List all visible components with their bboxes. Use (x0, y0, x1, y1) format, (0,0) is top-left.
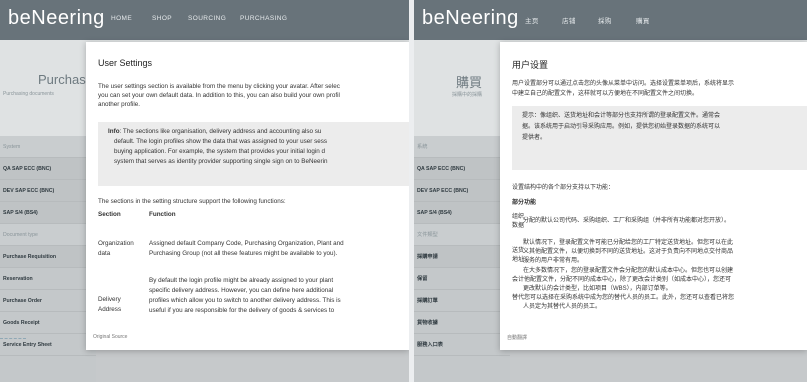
row-delivery-function-1: By default the login profile might be al… (149, 277, 334, 284)
info-label: Info (108, 128, 120, 135)
hero-title-zh: 購買 (456, 75, 483, 90)
row-substitute-function-1-zh: 替代您可以选择在采购系统中成为您的替代人员的员工。此外，您还可以查看已将您 (512, 295, 735, 301)
sidebar-item-dev-sap-ecc-zh[interactable]: DEV SAP ECC (BNC) (414, 180, 510, 202)
sidebar-item-service-entry-sheet-zh[interactable]: 服務入口表 (414, 334, 510, 356)
dialog-title: User Settings (98, 58, 153, 68)
app-panel-english: beNeering HOME SHOP SOURCING PURCHASING … (0, 0, 409, 382)
info-line-3-zh: 提供者。 (522, 135, 547, 141)
dialog-title-zh: 用户设置 (512, 60, 549, 70)
row-substitute-function-2-zh: 人员定为其替代人员的员工。 (523, 304, 602, 310)
nav-shop[interactable]: SHOP (152, 15, 172, 22)
info-line-3: buying application. For example, the sys… (114, 148, 326, 155)
sidebar-group-system-zh: 系統 (414, 136, 510, 158)
brand-logo-zh[interactable]: beNeering (422, 7, 519, 30)
intro-line-2: you can set your own default data. In ad… (98, 92, 340, 99)
info-line-4: system that serves as identity provider … (114, 158, 328, 165)
sidebar-item-purchase-requisition[interactable]: Purchase Requisition (0, 246, 96, 268)
sidebar-group-document-type-zh: 文件類型 (414, 224, 510, 246)
row-delivery-label-1: Delivery (98, 296, 121, 303)
row-delivery-function-2-zh: 义其他配置文件，以便切换到不同的送货地址。这对于负责向不同地点交付商品 (523, 249, 734, 255)
hero-title: Purchas (38, 72, 86, 87)
sections-intro-zh: 设置结构中的各个部分支持以下功能： (512, 185, 615, 191)
app-panel-chinese: beNeering 主页 店铺 採购 購買 購買 採購中的採購 系統 QA SA… (414, 0, 807, 382)
brand-logo[interactable]: beNeering (8, 7, 105, 30)
row-delivery-function-3: profiles which allow you to switch to an… (149, 297, 341, 304)
row-delivery-function-3-zh: 服务的用户非常有用。 (523, 258, 584, 264)
top-navigation-bar: beNeering HOME SHOP SOURCING PURCHASING (0, 0, 409, 40)
intro-line-3: another profile. (98, 101, 141, 108)
row-delivery-label-2: Address (98, 306, 122, 313)
nav-sourcing-zh[interactable]: 採购 (598, 15, 612, 25)
auto-translate-link[interactable]: 自動翻譯 (507, 334, 527, 341)
row-organization-function-1: Assigned default Company Code, Purchasin… (149, 240, 344, 247)
page: beNeering HOME SHOP SOURCING PURCHASING … (0, 0, 807, 382)
connector-dashes-left (0, 338, 26, 339)
info-line-2-zh: 据。该系统用于启动引导采购应用。例如，提供您初始登录数据的系统可以 (522, 124, 721, 130)
intro-line-2-zh: 中建立自己的配置文件，这样就可以方便地在不同配置文件之间切换。 (512, 91, 699, 97)
row-delivery-function-2: specific delivery address. However, you … (149, 287, 334, 294)
sections-intro: The sections in the setting structure su… (98, 198, 286, 205)
info-line-1: Info: The sections like organisation, de… (108, 127, 321, 136)
sidebar-item-sap-s4-zh[interactable]: SAP S/4 (BS4) (414, 202, 510, 224)
row-organization-label-1: Organization (98, 240, 134, 247)
nav-purchasing-zh[interactable]: 購買 (636, 15, 650, 25)
hero-subtitle-zh: 採購中的採購 (452, 92, 483, 98)
sidebar-item-goods-receipt[interactable]: Goods Receipt (0, 312, 96, 334)
sidebar-zh: 系統 QA SAP ECC (BNC) DEV SAP ECC (BNC) SA… (414, 136, 510, 382)
sidebar-group-document-type: Document type (0, 224, 96, 246)
info-text-1: : The sections like organisation, delive… (119, 128, 322, 135)
row-accounting-function-2-zh: 会计他配置文件，分配不同的成本中心，除了更改会计类别（如成本中心），您还可 (512, 277, 732, 283)
sidebar-item-purchase-requisition-zh[interactable]: 採購申請 (414, 246, 510, 268)
intro-line-1-zh: 用户设置部分可以通过点击您的头像从菜单中访问。选择设置菜单项后，系统将显示 (512, 81, 735, 87)
info-callout-zh: 提示：像组织、送货地址和会计等部分也支持所谓的登录配置文件。通常会 据。该系统用… (512, 106, 807, 170)
hero-subtitle: Purchasing documents (3, 91, 54, 97)
info-callout: Info: The sections like organisation, de… (98, 122, 409, 186)
info-line-1-zh: 提示：像组织、送货地址和会计等部分也支持所谓的登录配置文件。通常会 (522, 113, 721, 119)
sidebar-item-sap-s4[interactable]: SAP S/4 (BS4) (0, 202, 96, 224)
sidebar: System QA SAP ECC (BNC) DEV SAP ECC (BNC… (0, 136, 96, 382)
intro-line-1: The user settings section is available f… (98, 83, 340, 90)
row-organization-label-2: data (98, 250, 111, 257)
sidebar-item-qa-sap-ecc[interactable]: QA SAP ECC (BNC) (0, 158, 96, 180)
nav-shop-zh[interactable]: 店铺 (562, 15, 576, 25)
row-delivery-function-4: useful if you are responsible for the de… (149, 307, 335, 314)
user-settings-dialog-zh: 用户设置 用户设置部分可以通过点击您的头像从菜单中访问。选择设置菜单项后，系统将… (500, 42, 807, 350)
table-header-function: Function (149, 211, 176, 218)
top-navigation-bar-zh: beNeering 主页 店铺 採购 購買 (414, 0, 807, 40)
original-source-link[interactable]: Original Source (93, 334, 127, 340)
info-line-2: default. The login profiles show the dat… (114, 138, 328, 145)
row-delivery-function-1-zh: 默认情况下，登录配置文件可能已分配给您的工厂特定送货地址。但您可以在此 (523, 240, 734, 246)
user-settings-dialog: User Settings The user settings section … (86, 42, 409, 350)
sidebar-item-goods-receipt-zh[interactable]: 貨物收據 (414, 312, 510, 334)
sidebar-item-dev-sap-ecc[interactable]: DEV SAP ECC (BNC) (0, 180, 96, 202)
nav-home-zh[interactable]: 主页 (525, 15, 539, 25)
sidebar-item-qa-sap-ecc-zh[interactable]: QA SAP ECC (BNC) (414, 158, 510, 180)
table-header-zh: 部分功能 (512, 200, 537, 206)
sidebar-item-reservation-zh[interactable]: 保留 (414, 268, 510, 290)
row-accounting-function-1-zh: 在大多数情况下，您的登录配置文件会分配您的默认成本中心。但您也可以创建 (523, 268, 734, 274)
row-accounting-function-3-zh: 更改默认的会计类型，比如项目（WBS），内部订单等。 (523, 286, 672, 292)
sidebar-group-system: System (0, 136, 96, 158)
sidebar-item-reservation[interactable]: Reservation (0, 268, 96, 290)
row-organization-function-2: Purchasing Group (not all these features… (149, 250, 338, 257)
nav-sourcing[interactable]: SOURCING (188, 15, 226, 22)
nav-purchasing[interactable]: PURCHASING (240, 15, 287, 22)
row-organization-function-zh: 分配的默认公司代码、采购组织、工厂和采购组（并非所有功能都对您开放）。 (523, 218, 731, 224)
sidebar-item-purchase-order[interactable]: Purchase Order (0, 290, 96, 312)
table-header-section: Section (98, 211, 121, 218)
nav-home[interactable]: HOME (111, 15, 132, 22)
sidebar-item-purchase-order-zh[interactable]: 採購訂單 (414, 290, 510, 312)
